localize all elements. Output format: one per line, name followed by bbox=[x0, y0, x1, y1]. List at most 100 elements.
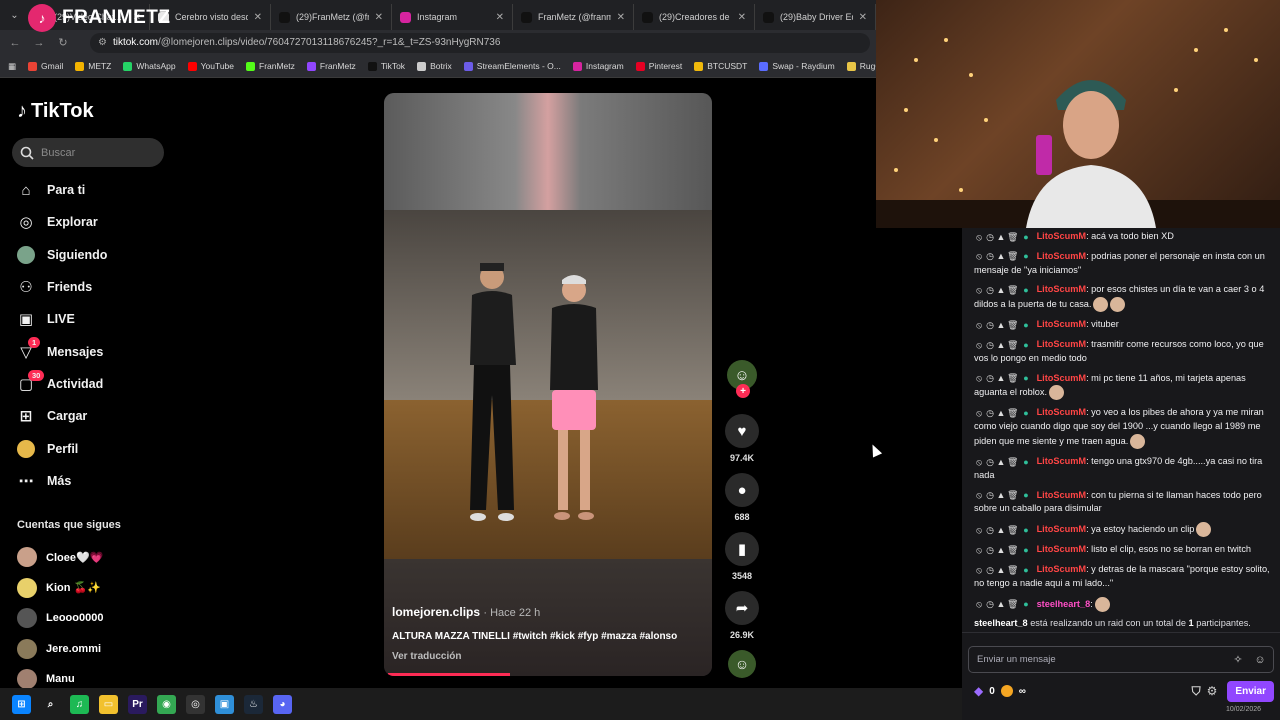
url-input[interactable]: ⚙ tiktok.com/@lomejoren.clips/video/7604… bbox=[90, 32, 870, 53]
warn-icon[interactable]: ▲ bbox=[996, 525, 1006, 535]
reload-icon[interactable]: ↻ bbox=[56, 36, 70, 49]
warn-icon[interactable]: ▲ bbox=[996, 457, 1006, 467]
warn-icon[interactable]: ▲ bbox=[996, 232, 1006, 242]
bookmark-item[interactable]: Pinterest bbox=[635, 61, 682, 71]
discord-icon[interactable]: ◕ bbox=[273, 694, 292, 714]
chat-username[interactable]: LitoScumM bbox=[1037, 319, 1087, 329]
save-action[interactable]: ▮ 3548 bbox=[722, 532, 762, 581]
forward-icon[interactable]: → bbox=[32, 37, 46, 49]
warn-icon[interactable]: ▲ bbox=[996, 285, 1006, 295]
windows-start-icon[interactable]: ⊞ bbox=[12, 694, 31, 714]
delete-icon[interactable]: 🗑 bbox=[1007, 525, 1018, 535]
timeout-icon[interactable]: ◷ bbox=[985, 320, 995, 330]
timeout-icon[interactable]: ◷ bbox=[985, 251, 995, 261]
emote-picker-icon[interactable]: ☺ bbox=[1251, 654, 1269, 666]
warn-icon[interactable]: ▲ bbox=[996, 408, 1006, 418]
tab-close-icon[interactable]: ✕ bbox=[738, 12, 746, 23]
ban-icon[interactable]: ⦸ bbox=[974, 490, 984, 500]
chat-username[interactable]: LitoScumM bbox=[1037, 524, 1087, 534]
timeout-icon[interactable]: ◷ bbox=[985, 525, 995, 535]
bookmark-item[interactable]: YouTube bbox=[187, 61, 234, 71]
premiere-icon[interactable]: Pr bbox=[128, 694, 147, 714]
ban-icon[interactable]: ⦸ bbox=[974, 545, 984, 555]
nav-item-actividad[interactable]: ▢ 30 Actividad bbox=[17, 368, 177, 400]
comment-icon[interactable]: ● bbox=[725, 473, 759, 507]
delete-icon[interactable]: 🗑 bbox=[1007, 320, 1018, 330]
nav-item-live[interactable]: ▣ LIVE bbox=[17, 303, 177, 335]
comment-action[interactable]: ● 688 bbox=[722, 473, 762, 522]
steam-icon[interactable]: ♨ bbox=[244, 694, 263, 714]
ban-icon[interactable]: ⦸ bbox=[974, 457, 984, 467]
heart-icon[interactable]: ♥ bbox=[725, 414, 759, 448]
bookmark-item[interactable]: BTCUSDT bbox=[694, 61, 747, 71]
chat-username[interactable]: LitoScumM bbox=[1037, 490, 1087, 500]
browser-tab[interactable]: Instagram ✕ bbox=[392, 4, 513, 30]
chat-username[interactable]: steelheart_8 bbox=[1037, 598, 1091, 608]
share-action[interactable]: ➦ 26.9K bbox=[722, 591, 762, 640]
like-action[interactable]: ♥ 97.4K bbox=[722, 414, 762, 463]
video-player[interactable]: lomejoren.clips · Hace 22 h ALTURA MAZZA… bbox=[384, 93, 712, 676]
shield-icon[interactable]: ⛉ bbox=[1192, 684, 1201, 699]
video-author[interactable]: lomejoren.clips · Hace 22 h bbox=[392, 605, 540, 619]
warn-icon[interactable]: ▲ bbox=[996, 545, 1006, 555]
warn-icon[interactable]: ▲ bbox=[996, 565, 1006, 575]
chat-username[interactable]: LitoScumM bbox=[1037, 544, 1087, 554]
chat-username[interactable]: LitoScumM bbox=[1037, 231, 1087, 241]
delete-icon[interactable]: 🗑 bbox=[1007, 565, 1018, 575]
spotify-icon[interactable]: ♫ bbox=[70, 694, 89, 714]
site-info-icon[interactable]: ⚙ bbox=[98, 37, 107, 48]
nav-item-perfil[interactable]: Perfil bbox=[17, 432, 177, 464]
timeout-icon[interactable]: ◷ bbox=[985, 285, 995, 295]
timeout-icon[interactable]: ◷ bbox=[985, 373, 995, 383]
bookmark-item[interactable]: Botrix bbox=[417, 61, 452, 71]
ban-icon[interactable]: ⦸ bbox=[974, 565, 984, 575]
creator-avatar[interactable]: ☺ + bbox=[727, 360, 757, 398]
bookmark-item[interactable]: FranMetz bbox=[306, 61, 356, 71]
nav-item-friends[interactable]: ⚇ Friends bbox=[17, 271, 177, 303]
chat-username[interactable]: LitoScumM bbox=[1037, 407, 1087, 417]
timeout-icon[interactable]: ◷ bbox=[985, 490, 995, 500]
timeout-icon[interactable]: ◷ bbox=[985, 599, 995, 609]
nav-item-parati[interactable]: ⌂ Para ti bbox=[17, 174, 177, 206]
chat-username[interactable]: LitoScumM bbox=[1037, 251, 1087, 261]
search-box[interactable] bbox=[12, 138, 164, 167]
warn-icon[interactable]: ▲ bbox=[996, 373, 1006, 383]
chat-username[interactable]: LitoScumM bbox=[1037, 373, 1087, 383]
bookmark-item[interactable]: Gmail bbox=[28, 61, 63, 71]
chrome-icon[interactable]: ◉ bbox=[157, 694, 176, 714]
timeout-icon[interactable]: ◷ bbox=[985, 340, 995, 350]
following-account[interactable]: Kion 🍒✨ bbox=[17, 573, 103, 604]
tab-close-icon[interactable]: ✕ bbox=[375, 12, 383, 23]
ban-icon[interactable]: ⦸ bbox=[974, 599, 984, 609]
apps-grid-icon[interactable]: ▦ bbox=[8, 61, 16, 72]
raid-user[interactable]: steelheart_8 bbox=[974, 618, 1028, 628]
following-account[interactable]: Cloee🤍💗 bbox=[17, 542, 103, 573]
search-input[interactable] bbox=[41, 146, 151, 159]
chat-username[interactable]: LitoScumM bbox=[1037, 456, 1087, 466]
send-button[interactable]: Enviar bbox=[1227, 680, 1274, 702]
commands-icon[interactable]: ✧ bbox=[1229, 653, 1247, 666]
file-explorer-icon[interactable]: ▭ bbox=[99, 694, 118, 714]
translate-link[interactable]: Ver traducción bbox=[392, 651, 461, 662]
delete-icon[interactable]: 🗑 bbox=[1007, 457, 1018, 467]
app-icon[interactable]: ▣ bbox=[215, 694, 234, 714]
browser-tab[interactable]: (29)Baby Driver Editi... ✕ bbox=[755, 4, 876, 30]
timeout-icon[interactable]: ◷ bbox=[985, 565, 995, 575]
chat-username[interactable]: LitoScumM bbox=[1037, 564, 1087, 574]
ban-icon[interactable]: ⦸ bbox=[974, 232, 984, 242]
delete-icon[interactable]: 🗑 bbox=[1007, 599, 1018, 609]
obs-icon[interactable]: ◎ bbox=[186, 694, 205, 714]
browser-tab[interactable]: (29)Creadores de Mo... ✕ bbox=[634, 4, 755, 30]
browser-tab[interactable]: FranMetz (@franmetz... ✕ bbox=[513, 4, 634, 30]
tab-close-icon[interactable]: ✕ bbox=[254, 12, 262, 23]
tab-search-button[interactable]: ⌄ bbox=[4, 4, 25, 26]
ban-icon[interactable]: ⦸ bbox=[974, 340, 984, 350]
warn-icon[interactable]: ▲ bbox=[996, 340, 1006, 350]
chat-username[interactable]: LitoScumM bbox=[1037, 339, 1087, 349]
nav-item-siguiendo[interactable]: Siguiendo bbox=[17, 239, 177, 271]
nav-item-ms[interactable]: ⋯ Más bbox=[17, 465, 177, 497]
author-handle[interactable]: lomejoren.clips bbox=[392, 605, 480, 619]
back-icon[interactable]: ← bbox=[8, 37, 22, 49]
ban-icon[interactable]: ⦸ bbox=[974, 373, 984, 383]
bits-icon[interactable]: ◆ bbox=[974, 684, 983, 698]
